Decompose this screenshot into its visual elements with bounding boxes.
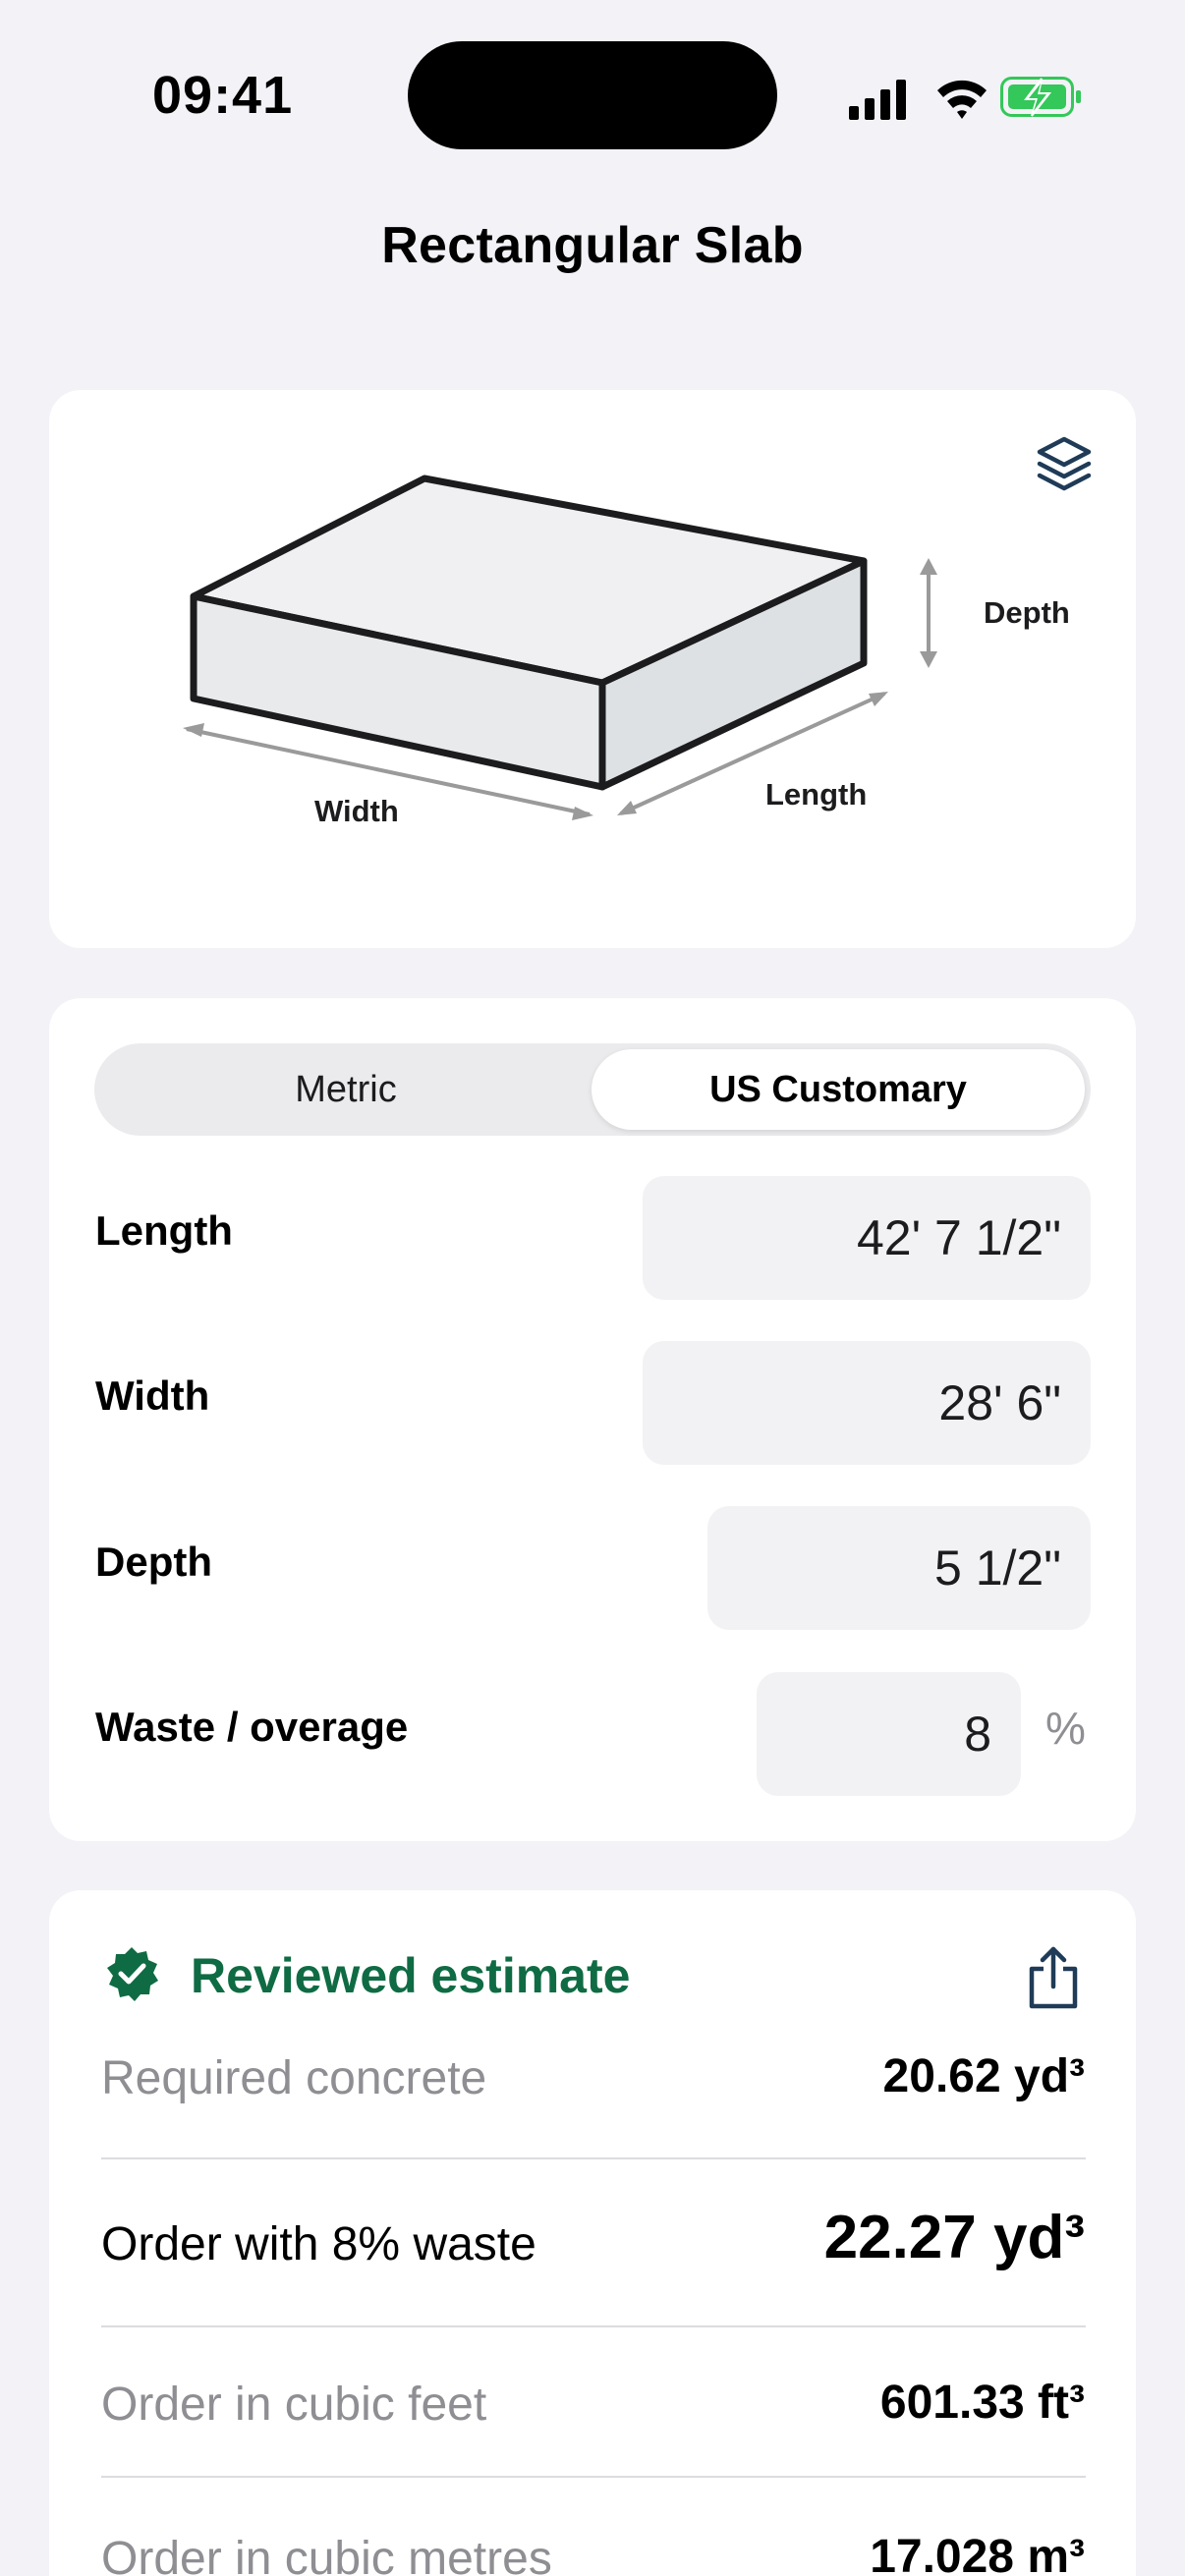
dynamic-island	[408, 41, 777, 149]
unit-option-metric[interactable]: Metric	[100, 1049, 592, 1130]
order-cubic-metres-label: Order in cubic metres	[101, 2533, 552, 2576]
wifi-icon	[937, 80, 987, 119]
page-title: Rectangular Slab	[381, 217, 804, 274]
required-concrete-label: Required concrete	[101, 2052, 487, 2104]
battery-charging-icon	[1000, 77, 1081, 117]
waste-unit-label: %	[1045, 1703, 1086, 1754]
dimensions-card: Metric US Customary Length 42' 7 1/2" Wi…	[49, 998, 1136, 1841]
order-with-waste-label: Order with 8% waste	[101, 2218, 536, 2270]
order-cubic-metres-value: 17.028 m³	[870, 2531, 1085, 2576]
unit-segmented-control: Metric US Customary	[94, 1043, 1091, 1136]
divider	[101, 2476, 1086, 2478]
width-label: Width	[314, 794, 399, 828]
unit-option-us-customary[interactable]: US Customary	[592, 1049, 1085, 1130]
depth-input[interactable]: 5 1/2"	[707, 1506, 1091, 1630]
layers-icon[interactable]	[1030, 431, 1099, 500]
width-input[interactable]: 28' 6"	[643, 1341, 1091, 1465]
length-field-label: Length	[95, 1207, 233, 1254]
divider	[101, 2325, 1086, 2327]
width-field-label: Width	[95, 1372, 210, 1419]
waste-field-label: Waste / overage	[95, 1704, 409, 1750]
status-bar: 09:41	[0, 0, 1185, 187]
length-label: Length	[765, 777, 868, 812]
order-with-waste-value: 22.27 yd³	[823, 2204, 1085, 2271]
order-cubic-feet-label: Order in cubic feet	[101, 2379, 487, 2431]
diagram-card: Depth Width Length	[49, 390, 1136, 948]
depth-label: Depth	[984, 595, 1070, 630]
required-concrete-value: 20.62 yd³	[882, 2050, 1085, 2102]
slab-diagram	[183, 475, 937, 820]
divider	[101, 2157, 1086, 2159]
reviewed-estimate-title: Reviewed estimate	[191, 1948, 631, 2003]
order-cubic-feet-value: 601.33 ft³	[879, 2377, 1085, 2429]
depth-dimension-arrow	[920, 558, 937, 668]
verified-badge-icon	[107, 1947, 158, 2001]
length-input[interactable]: 42' 7 1/2"	[643, 1176, 1091, 1300]
share-icon[interactable]	[1022, 1943, 1085, 2012]
depth-field-label: Depth	[95, 1539, 212, 1585]
status-icons	[849, 77, 1081, 120]
status-time: 09:41	[152, 66, 294, 125]
waste-input[interactable]: 8	[757, 1672, 1021, 1796]
signal-icon	[849, 80, 906, 120]
estimate-card: Reviewed estimate Required concrete 20.6…	[49, 1890, 1136, 2576]
